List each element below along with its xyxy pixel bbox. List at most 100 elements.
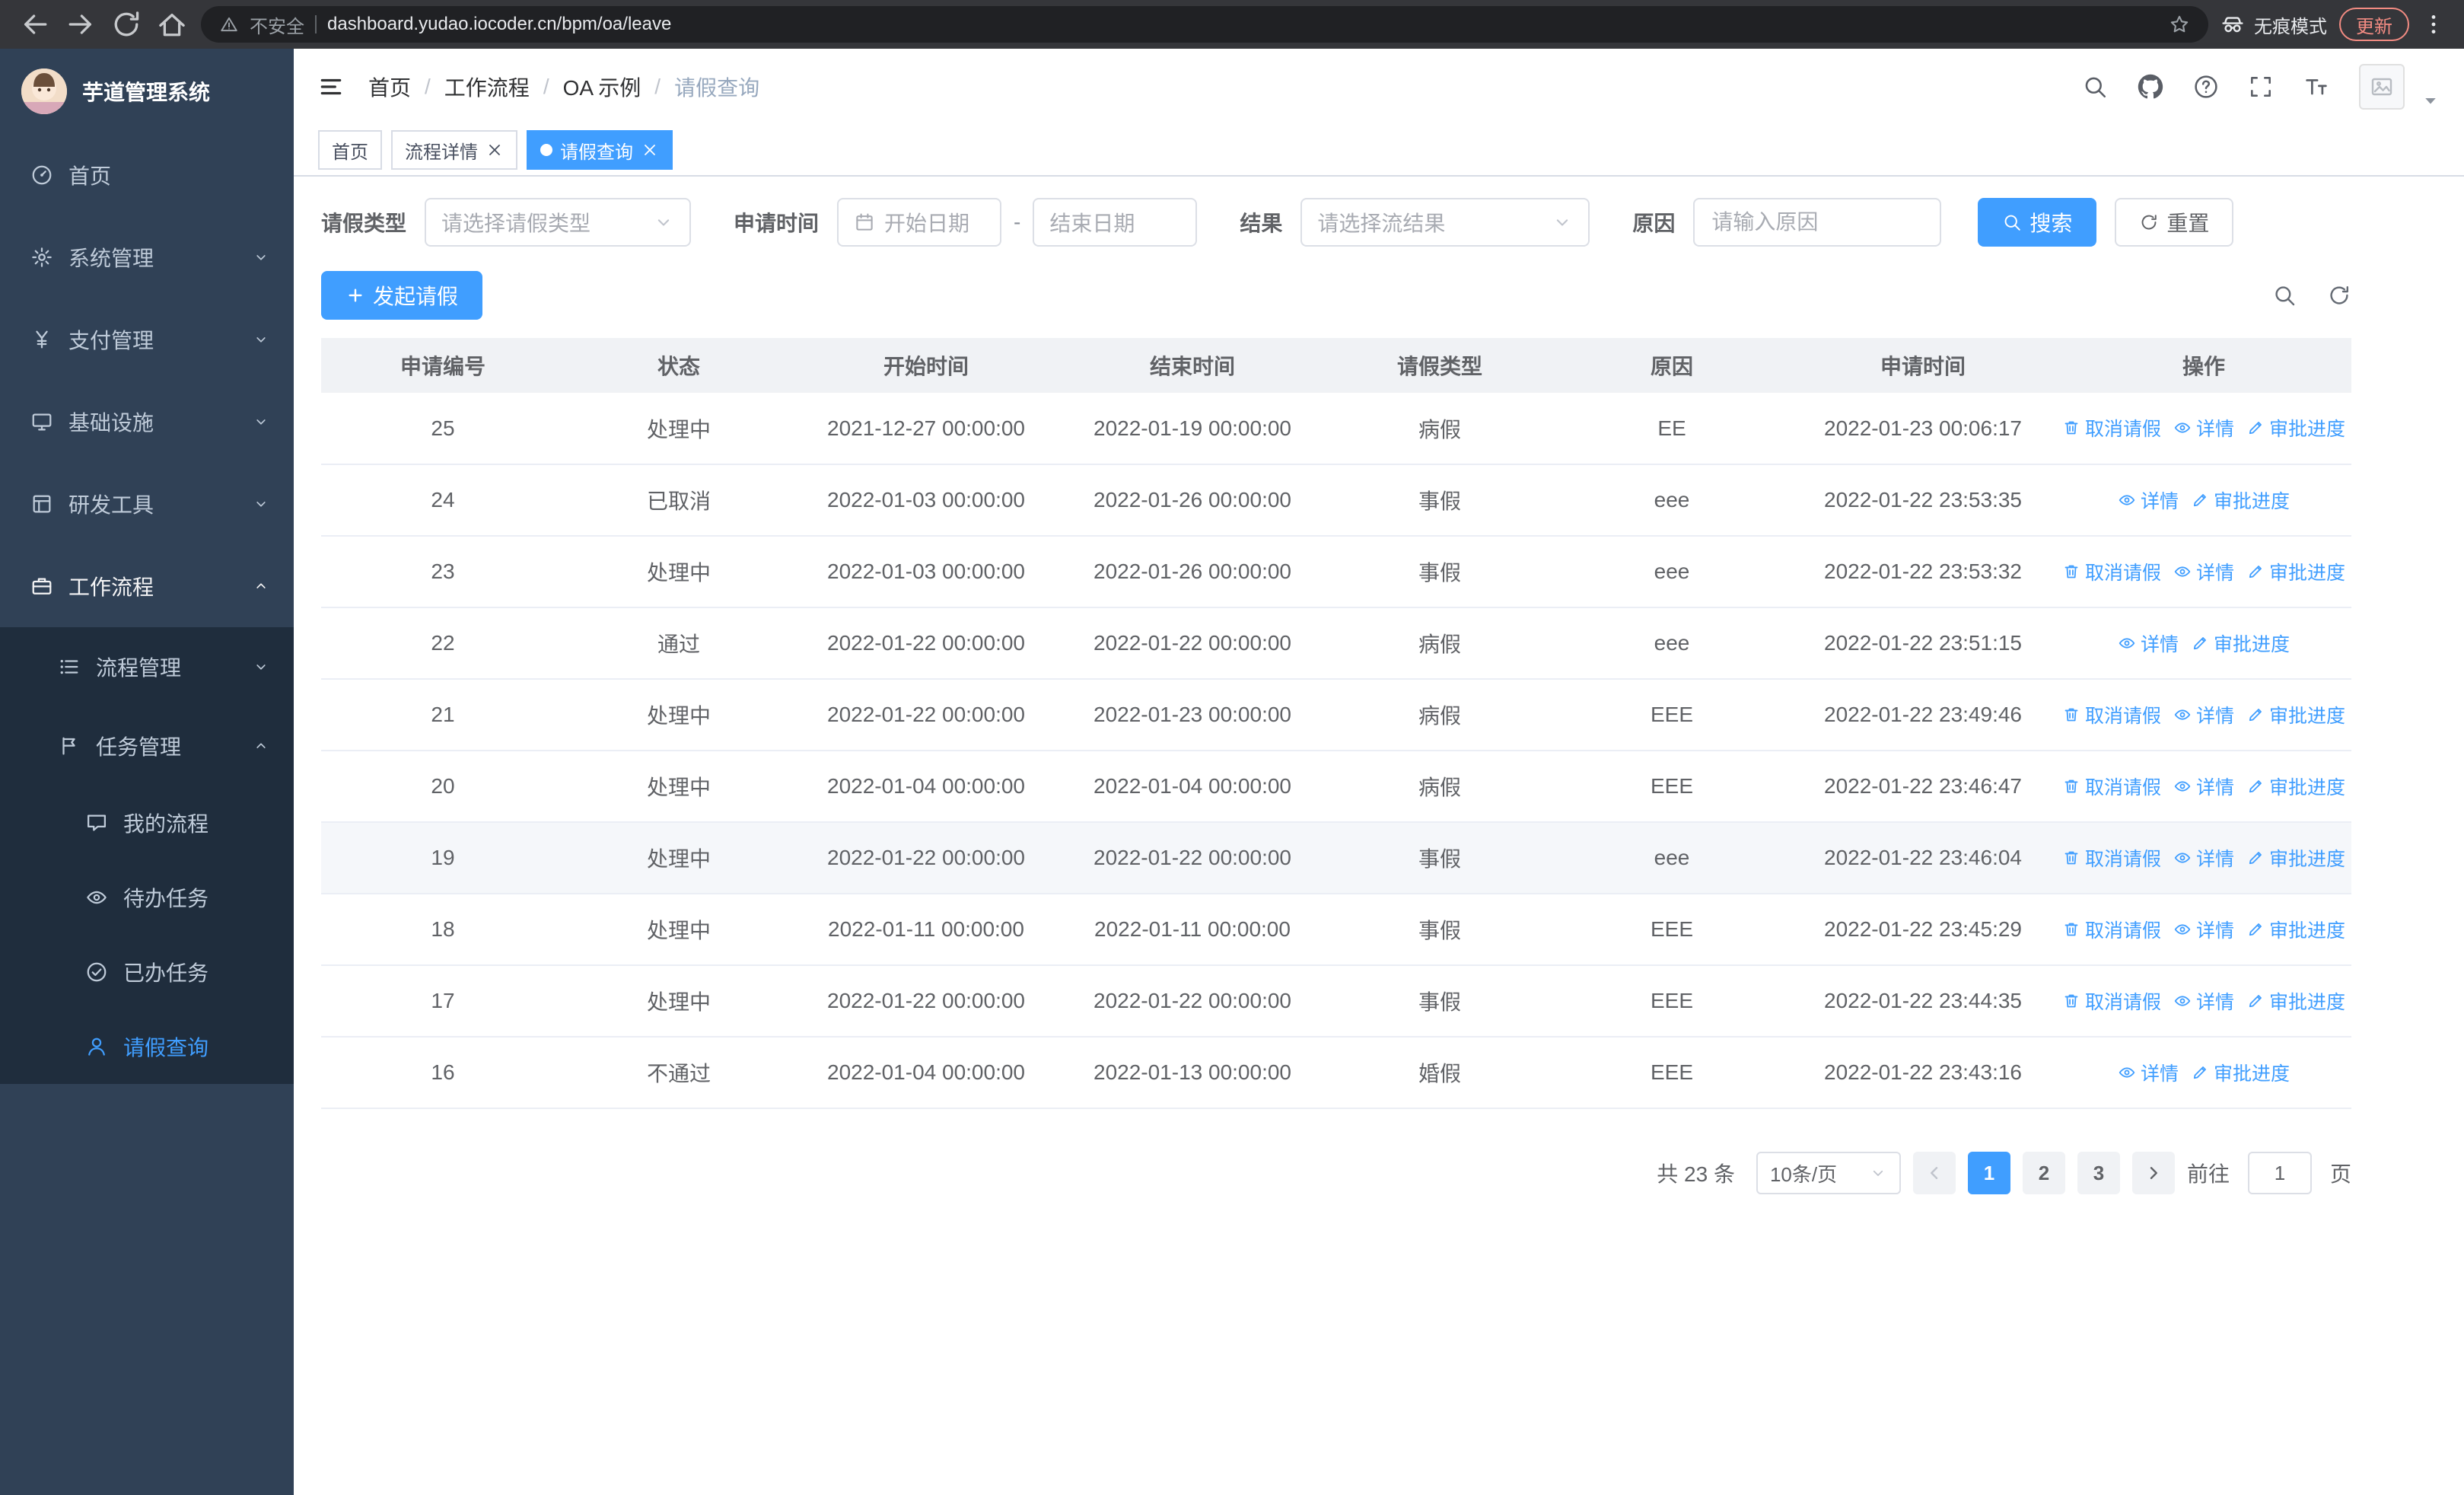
cancel-link[interactable]: 取消请假 <box>2062 414 2161 441</box>
prev-page-button[interactable] <box>1912 1152 1956 1194</box>
cancel-link[interactable]: 取消请假 <box>2062 916 2161 943</box>
sidebar-item[interactable]: 支付管理 <box>0 298 294 381</box>
sidebar-item[interactable]: 待办任务 <box>0 860 294 935</box>
view-icon <box>2118 491 2136 509</box>
breadcrumb-item[interactable]: 工作流程 <box>444 72 530 102</box>
reset-button[interactable]: 重置 <box>2115 198 2234 247</box>
page-button-3[interactable]: 3 <box>2077 1152 2120 1194</box>
tab-process-detail[interactable]: 流程详情 <box>391 130 517 170</box>
search-button[interactable]: 搜索 <box>1978 198 2097 247</box>
chevron-down-icon <box>253 331 269 348</box>
breadcrumb-separator: / <box>425 75 431 98</box>
detail-link[interactable]: 详情 <box>2118 1059 2179 1086</box>
next-page-button[interactable] <box>2131 1152 2175 1194</box>
sidebar-item[interactable]: 我的流程 <box>0 786 294 860</box>
font-size-icon[interactable] <box>2303 73 2330 100</box>
back-icon[interactable] <box>18 8 52 41</box>
detail-link[interactable]: 详情 <box>2173 701 2234 728</box>
search-icon[interactable] <box>2082 74 2108 100</box>
progress-link[interactable]: 审批进度 <box>2246 414 2345 441</box>
detail-link[interactable]: 详情 <box>2173 414 2234 441</box>
forward-icon[interactable] <box>64 8 97 41</box>
close-icon[interactable] <box>641 141 659 159</box>
progress-link[interactable]: 审批进度 <box>2246 987 2345 1015</box>
view-icon <box>2173 563 2192 581</box>
reload-icon[interactable] <box>110 8 143 41</box>
browser-menu-dots-icon[interactable] <box>2421 12 2446 37</box>
progress-link[interactable]: 审批进度 <box>2246 916 2345 943</box>
update-button[interactable]: 更新 <box>2339 8 2409 41</box>
detail-link[interactable]: 详情 <box>2173 773 2234 800</box>
sidebar-item[interactable]: 已办任务 <box>0 935 294 1009</box>
address-bar[interactable]: 不安全 dashboard.yudao.iocoder.cn/bpm/oa/le… <box>201 6 2208 43</box>
security-label[interactable]: 不安全 <box>250 11 304 38</box>
progress-link[interactable]: 审批进度 <box>2246 844 2345 872</box>
end-date-input[interactable]: 结束日期 <box>1033 198 1198 247</box>
reason-input[interactable] <box>1693 198 1942 247</box>
cancel-link[interactable]: 取消请假 <box>2062 773 2161 800</box>
tab-leave-query[interactable]: 请假查询 <box>527 130 673 170</box>
page-size-select[interactable]: 10条/页 <box>1756 1152 1901 1194</box>
sidebar-item[interactable]: 研发工具 <box>0 463 294 545</box>
infra-icon <box>30 410 53 433</box>
create-leave-button[interactable]: 发起请假 <box>321 271 483 320</box>
detail-link[interactable]: 详情 <box>2118 630 2179 657</box>
warning-icon[interactable] <box>219 14 239 34</box>
edit-icon <box>2246 706 2265 724</box>
tab-home[interactable]: 首页 <box>318 130 382 170</box>
progress-link[interactable]: 审批进度 <box>2191 486 2290 514</box>
cell-start: 2022-01-04 00:00:00 <box>793 1037 1059 1109</box>
page-button-2[interactable]: 2 <box>2022 1152 2065 1194</box>
progress-link[interactable]: 审批进度 <box>2191 630 2290 657</box>
help-icon[interactable] <box>2193 74 2219 100</box>
progress-link[interactable]: 审批进度 <box>2191 1059 2290 1086</box>
cancel-link[interactable]: 取消请假 <box>2062 844 2161 872</box>
cancel-link[interactable]: 取消请假 <box>2062 558 2161 585</box>
fullscreen-icon[interactable] <box>2248 74 2274 100</box>
progress-link[interactable]: 审批进度 <box>2246 558 2345 585</box>
sidebar-item[interactable]: 系统管理 <box>0 216 294 298</box>
detail-link[interactable]: 详情 <box>2173 916 2234 943</box>
breadcrumb-item[interactable]: OA 示例 <box>563 72 641 102</box>
breadcrumb-item[interactable]: 首页 <box>368 72 411 102</box>
page-button-1[interactable]: 1 <box>1967 1152 2010 1194</box>
result-select[interactable]: 请选择流结果 <box>1300 198 1590 247</box>
cell-status: 已取消 <box>565 464 793 537</box>
apply-time-label: 申请时间 <box>734 212 820 235</box>
github-icon[interactable] <box>2137 73 2164 100</box>
home-icon[interactable] <box>155 8 189 41</box>
cancel-link[interactable]: 取消请假 <box>2062 701 2161 728</box>
detail-link[interactable]: 详情 <box>2173 558 2234 585</box>
sidebar-item[interactable]: 工作流程 <box>0 545 294 627</box>
cell-status: 处理中 <box>565 965 793 1038</box>
toggle-search-icon[interactable] <box>2272 283 2297 308</box>
start-date-input[interactable]: 开始日期 <box>837 198 1002 247</box>
cell-start: 2022-01-04 00:00:00 <box>793 751 1059 823</box>
avatar-caret-down-icon[interactable] <box>2421 91 2440 110</box>
leave-type-select[interactable]: 请选择请假类型 <box>425 198 692 247</box>
close-icon[interactable] <box>485 141 504 159</box>
detail-link[interactable]: 详情 <box>2173 844 2234 872</box>
op-label: 详情 <box>2196 991 2235 1013</box>
cell-end: 2022-01-04 00:00:00 <box>1059 751 1326 823</box>
progress-link[interactable]: 审批进度 <box>2246 773 2345 800</box>
page-jump-input[interactable] <box>2247 1152 2312 1194</box>
hamburger-icon[interactable] <box>318 74 344 100</box>
sidebar-item[interactable]: 流程管理 <box>0 627 294 706</box>
sidebar-item[interactable]: 请假查询 <box>0 1009 294 1084</box>
logo[interactable]: 芋道管理系统 <box>0 49 294 134</box>
detail-link[interactable]: 详情 <box>2118 486 2179 514</box>
progress-link[interactable]: 审批进度 <box>2246 701 2345 728</box>
breadcrumb-item-current: 请假查询 <box>674 76 760 100</box>
sidebar-item[interactable]: 基础设施 <box>0 381 294 463</box>
sidebar-item[interactable]: 首页 <box>0 134 294 216</box>
url-text[interactable]: dashboard.yudao.iocoder.cn/bpm/oa/leave <box>327 14 2158 35</box>
user-avatar[interactable] <box>2359 64 2405 110</box>
cell-type: 事假 <box>1326 464 1554 537</box>
bookmark-star-icon[interactable] <box>2169 14 2190 35</box>
sidebar-item[interactable]: 任务管理 <box>0 706 294 786</box>
delete-icon <box>2062 992 2080 1010</box>
cancel-link[interactable]: 取消请假 <box>2062 987 2161 1015</box>
detail-link[interactable]: 详情 <box>2173 987 2234 1015</box>
refresh-table-icon[interactable] <box>2327 283 2351 308</box>
